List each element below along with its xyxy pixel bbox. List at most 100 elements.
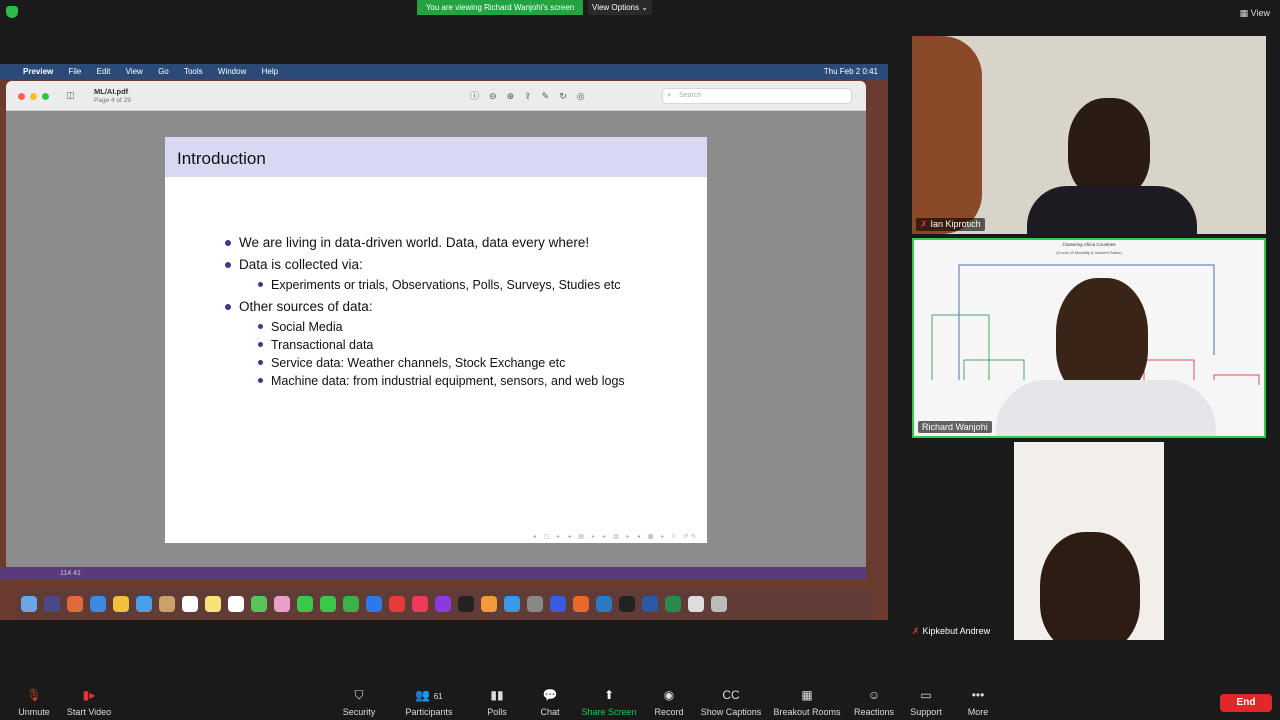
app-store-icon[interactable] [504, 596, 520, 612]
preview-icon[interactable] [688, 596, 704, 612]
safari-icon[interactable] [90, 596, 106, 612]
keynote-icon[interactable] [366, 596, 382, 612]
vscode-icon[interactable] [596, 596, 612, 612]
security-shield-icon[interactable] [6, 6, 18, 18]
dendrogram-green-link [963, 359, 1025, 380]
terminal-icon[interactable] [619, 596, 635, 612]
slide-title: Introduction [177, 149, 266, 168]
participant-label: ✗ Ian Kiprotich [916, 218, 985, 231]
menu-view[interactable]: View [126, 67, 143, 76]
slide-header: Introduction [165, 137, 707, 177]
shared-screen: Preview File Edit View Go Tools Window H… [0, 64, 888, 620]
end-meeting-button[interactable]: End [1220, 694, 1272, 712]
markup-pen-icon[interactable]: ✎ [542, 91, 560, 101]
menu-window[interactable]: Window [218, 67, 246, 76]
more-label: More [967, 707, 989, 717]
polls-label: Polls [487, 707, 507, 717]
chair-back [912, 36, 982, 234]
breakout-label: Breakout Rooms [773, 707, 841, 717]
record-label: Record [654, 707, 684, 717]
beamer-nav-icons[interactable]: ◂ ▢ ▸ ◂ ▤ ▸ ◂ ▥ ▸ ◂ ▦ ▸ ≡ ↺↻ [533, 533, 699, 540]
menu-go[interactable]: Go [158, 67, 169, 76]
excel-icon[interactable] [665, 596, 681, 612]
word-icon[interactable] [642, 596, 658, 612]
more-button[interactable]: ••• More [938, 688, 1018, 717]
menubar-clock: Thu Feb 2 0:41 [823, 67, 878, 76]
maps-icon[interactable] [251, 596, 267, 612]
search-icon: ⌕ [667, 90, 672, 99]
dendrogram-red-link [1213, 374, 1260, 385]
video-tile-kipkebut[interactable]: ✗ Kipkebut Andrew [912, 442, 1266, 640]
top-bar: You are viewing Richard Wanjohi's screen… [0, 0, 1280, 36]
captions-icon: CC [722, 688, 740, 702]
participant-name: Kipkebut Andrew [922, 626, 991, 636]
minimize-window-icon[interactable] [30, 93, 37, 100]
menu-app[interactable]: Preview [23, 67, 53, 76]
video-tile-ian[interactable]: ✗ Ian Kiprotich [912, 36, 1266, 234]
info-icon[interactable]: ⓘ [470, 91, 489, 101]
zoom-app-icon[interactable] [550, 596, 566, 612]
view-button[interactable]: ▦ View [1240, 8, 1270, 19]
viewing-banner: You are viewing Richard Wanjohi's screen [417, 0, 583, 15]
chat-label: Chat [540, 707, 560, 717]
participant-label: Richard Wanjohi [918, 421, 992, 433]
finder-icon[interactable] [21, 596, 37, 612]
trash-icon[interactable] [711, 596, 727, 612]
facetime-icon[interactable] [320, 596, 336, 612]
bullet-2-text: Data is collected via: [239, 257, 363, 272]
participant-name: Richard Wanjohi [922, 422, 988, 432]
siri-icon[interactable] [44, 596, 60, 612]
numbers-icon[interactable] [343, 596, 359, 612]
system-preferences-icon[interactable] [527, 596, 543, 612]
zoom-out-icon[interactable]: ⊖ [489, 91, 507, 101]
show-captions-button[interactable]: CC Show Captions [691, 688, 771, 717]
pdf-slide: Introduction We are living in data-drive… [165, 137, 707, 543]
mic-muted-icon: ✗ [920, 219, 928, 229]
zoom-in-icon[interactable]: ⊕ [507, 91, 525, 101]
unmute-label: Unmute [18, 707, 50, 717]
start-video-label: Start Video [66, 707, 112, 717]
zoom-toolbar: 🎙 Unmute ▮▸ Start Video ⛉ Security 👥 61 Part… [0, 684, 1280, 720]
participant-head [1040, 532, 1140, 640]
sidebar-toggle-icon[interactable]: ◫ [66, 90, 75, 101]
podcasts-icon[interactable] [435, 596, 451, 612]
share-icon[interactable]: ⇪ [524, 91, 542, 101]
photos-icon[interactable] [274, 596, 290, 612]
menu-edit[interactable]: Edit [97, 67, 111, 76]
dendrogram-green-link [931, 314, 990, 380]
video-tile-richard[interactable]: Clustering Africa Countries (Covid-19 Mo… [912, 238, 1266, 438]
sub-bullet: Service data: Weather channels, Stock Ex… [239, 354, 683, 372]
menu-help[interactable]: Help [262, 67, 278, 76]
more-icon: ••• [971, 688, 985, 702]
books-icon[interactable] [481, 596, 497, 612]
security-label: Security [342, 707, 376, 717]
sublime-icon[interactable] [573, 596, 589, 612]
chrome-icon[interactable] [113, 596, 129, 612]
annotate-icon[interactable]: ◎ [577, 91, 595, 101]
bullet-2: Data is collected via: Experiments or tr… [223, 256, 683, 294]
notes-icon[interactable] [205, 596, 221, 612]
news-icon[interactable] [389, 596, 405, 612]
calendar-icon[interactable] [182, 596, 198, 612]
menu-tools[interactable]: Tools [184, 67, 203, 76]
tv-icon[interactable] [458, 596, 474, 612]
security-button[interactable]: ⛉ Security [319, 688, 399, 717]
contacts-icon[interactable] [159, 596, 175, 612]
status-counts: 114 41 [60, 570, 81, 577]
view-options-label: View Options [592, 3, 639, 12]
zoom-window-icon[interactable] [42, 93, 49, 100]
menu-file[interactable]: File [68, 67, 81, 76]
reminders-icon[interactable] [228, 596, 244, 612]
close-window-icon[interactable] [18, 93, 25, 100]
search-input[interactable]: Search [662, 88, 852, 104]
view-options-button[interactable]: View Options ⌄ [588, 0, 652, 15]
sub-bullet: Machine data: from industrial equipment,… [239, 372, 683, 390]
file-title: ML/AI.pdf Page 4 of 29 [94, 87, 131, 105]
mail-icon[interactable] [136, 596, 152, 612]
slide-bullets: We are living in data-driven world. Data… [223, 234, 683, 394]
messages-icon[interactable] [297, 596, 313, 612]
start-video-button[interactable]: ▮▸ Start Video [49, 688, 129, 717]
music-icon[interactable] [412, 596, 428, 612]
rotate-icon[interactable]: ↻ [559, 91, 577, 101]
launchpad-icon[interactable] [67, 596, 83, 612]
